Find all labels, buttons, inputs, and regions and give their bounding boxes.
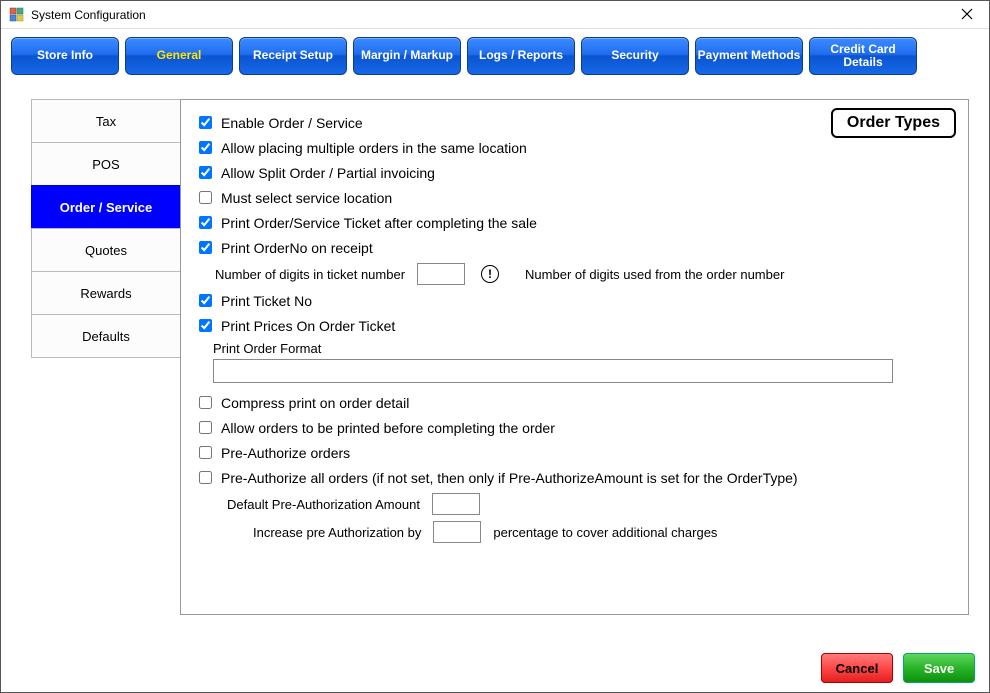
nav-security[interactable]: Security [581,37,689,75]
compress-print-label: Compress print on order detail [221,395,409,411]
default-preauth-label: Default Pre-Authorization Amount [227,497,420,512]
tab-defaults[interactable]: Defaults [31,314,181,358]
print-prices-on-ticket-checkbox[interactable] [199,319,212,332]
tab-order-service[interactable]: Order / Service [31,185,181,229]
print-order-format-input[interactable] [213,359,893,383]
must-select-location-checkbox[interactable] [199,191,212,204]
allow-multiple-orders-label: Allow placing multiple orders in the sam… [221,140,527,156]
allow-split-order-checkbox[interactable] [199,166,212,179]
allow-print-before-complete-checkbox[interactable] [199,421,212,434]
tab-quotes[interactable]: Quotes [31,228,181,272]
increase-preauth-input[interactable] [433,521,481,543]
print-ticket-after-sale-checkbox[interactable] [199,216,212,229]
enable-order-service-checkbox[interactable] [199,116,212,129]
system-configuration-window: System Configuration Store Info General … [0,0,990,693]
titlebar: System Configuration [1,1,989,29]
tab-pos[interactable]: POS [31,142,181,186]
must-select-location-label: Must select service location [221,190,392,206]
print-orderno-receipt-label: Print OrderNo on receipt [221,240,373,256]
print-ticket-no-label: Print Ticket No [221,293,312,309]
panel-title: Order Types [831,108,956,138]
nav-logs-reports[interactable]: Logs / Reports [467,37,575,75]
close-icon [961,8,973,20]
app-icon [9,7,25,23]
tab-tax[interactable]: Tax [31,99,181,143]
nav-payment-methods[interactable]: Payment Methods [695,37,803,75]
default-preauth-input[interactable] [432,493,480,515]
increase-preauth-label: Increase pre Authorization by [253,525,421,540]
nav-general[interactable]: General [125,37,233,75]
ticket-digits-label: Number of digits in ticket number [215,267,405,282]
content-area: Tax POS Order / Service Quotes Rewards D… [1,85,989,644]
print-ticket-no-checkbox[interactable] [199,294,212,307]
save-button[interactable]: Save [903,653,975,683]
order-service-panel: Order Types Enable Order / Service Allow… [180,99,969,615]
ticket-digits-help: Number of digits used from the order num… [525,267,784,282]
preauth-orders-checkbox[interactable] [199,446,212,459]
top-nav: Store Info General Receipt Setup Margin … [1,29,989,85]
print-ticket-after-sale-label: Print Order/Service Ticket after complet… [221,215,537,231]
allow-split-order-label: Allow Split Order / Partial invoicing [221,165,435,181]
info-icon: ! [481,265,499,283]
close-button[interactable] [947,1,987,27]
compress-print-checkbox[interactable] [199,396,212,409]
print-prices-on-ticket-label: Print Prices On Order Ticket [221,318,395,334]
nav-receipt-setup[interactable]: Receipt Setup [239,37,347,75]
print-orderno-receipt-checkbox[interactable] [199,241,212,254]
ticket-digits-input[interactable] [417,263,465,285]
allow-multiple-orders-checkbox[interactable] [199,141,212,154]
allow-print-before-complete-label: Allow orders to be printed before comple… [221,420,555,436]
preauth-all-orders-checkbox[interactable] [199,471,212,484]
enable-order-service-label: Enable Order / Service [221,115,363,131]
window-title: System Configuration [31,8,146,22]
side-tabs: Tax POS Order / Service Quotes Rewards D… [31,99,181,644]
footer: Cancel Save [1,644,989,692]
increase-preauth-suffix: percentage to cover additional charges [493,525,717,540]
print-order-format-label: Print Order Format [213,341,321,356]
preauth-all-orders-label: Pre-Authorize all orders (if not set, th… [221,470,798,486]
cancel-button[interactable]: Cancel [821,653,893,683]
nav-margin-markup[interactable]: Margin / Markup [353,37,461,75]
tab-rewards[interactable]: Rewards [31,271,181,315]
nav-store-info[interactable]: Store Info [11,37,119,75]
preauth-orders-label: Pre-Authorize orders [221,445,350,461]
nav-credit-card-details[interactable]: Credit Card Details [809,37,917,75]
